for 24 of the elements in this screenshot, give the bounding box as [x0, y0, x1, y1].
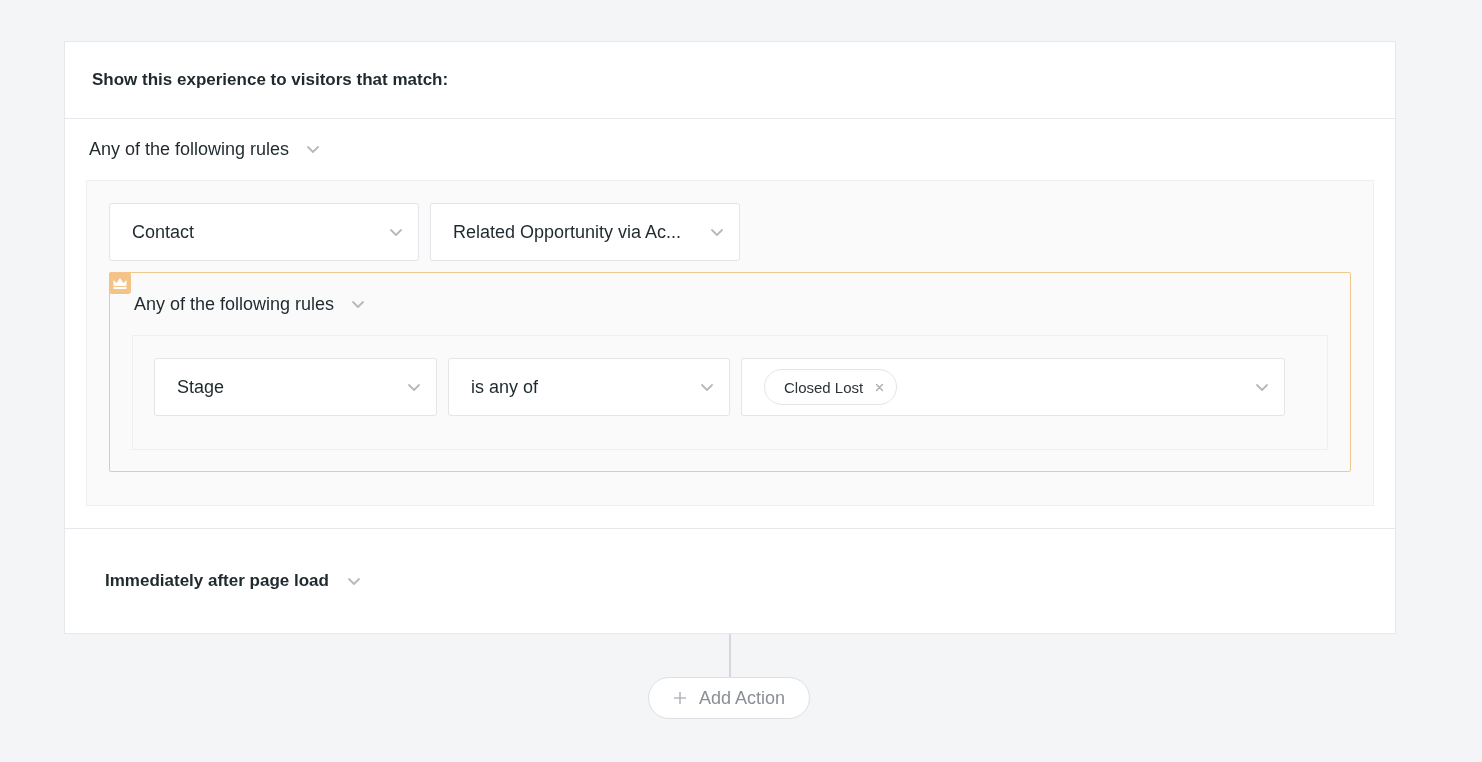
- chevron-down-icon: [351, 299, 366, 309]
- dropdown[interactable]: Stage: [154, 358, 437, 416]
- match-mode-dropdown[interactable]: Any of the following rules: [134, 293, 335, 315]
- chevron-down-icon: [306, 145, 321, 154]
- dropdown-value: Contact: [132, 221, 195, 242]
- chevron-down-icon: [389, 227, 403, 237]
- dropdown[interactable]: Related Opportunity via Ac...: [430, 203, 740, 261]
- plus-icon: [672, 691, 687, 705]
- dropdown-value: Related Opportunity via Ac...: [453, 221, 682, 242]
- chevron-down-icon: [346, 576, 361, 586]
- trigger-dropdown[interactable]: Immediately after page load: [105, 571, 329, 591]
- dropdown[interactable]: Contact: [109, 203, 419, 261]
- chevron-down-icon: [407, 382, 421, 392]
- dropdown-value: Stage: [177, 376, 225, 397]
- remove-icon[interactable]: [875, 382, 885, 392]
- chevron-down-icon: [710, 227, 724, 237]
- match-mode-dropdown[interactable]: Any of the following rules: [89, 139, 290, 160]
- tag-label: Closed Lost: [784, 378, 864, 396]
- multi-select-field[interactable]: Closed Lost: [741, 358, 1285, 416]
- dropdown[interactable]: is any of: [448, 358, 730, 416]
- chevron-down-icon: [1255, 382, 1269, 392]
- dropdown-value: is any of: [471, 376, 539, 397]
- section-title: Show this experience to visitors that match:: [92, 70, 449, 90]
- chevron-down-icon: [700, 382, 714, 392]
